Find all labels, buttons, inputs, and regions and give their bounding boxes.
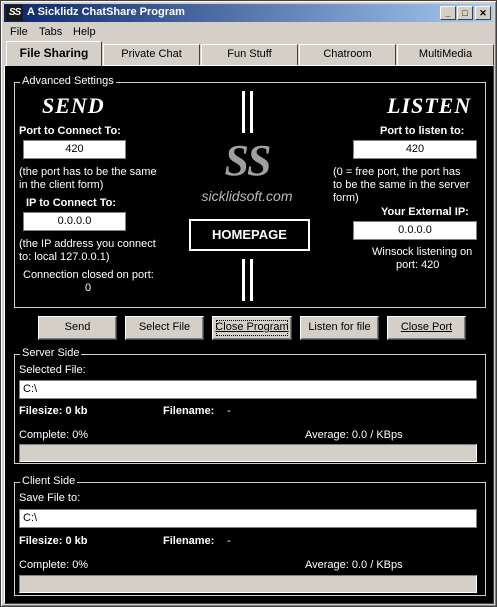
- title-bar[interactable]: SS A Sicklidz ChatShare Program _ □ ✕: [4, 4, 493, 22]
- advanced-settings-label: Advanced Settings: [20, 75, 116, 87]
- connection-status-port: 0: [85, 282, 92, 294]
- tab-chatroom[interactable]: Chatroom: [299, 44, 396, 65]
- listen-port-note-3: form): [333, 192, 359, 204]
- divider-line: [242, 259, 245, 301]
- selected-file-input[interactable]: C:\: [19, 380, 477, 399]
- listen-port-note-1: (0 = free port, the port has: [333, 166, 461, 178]
- client-complete: Complete: 0%: [19, 559, 89, 571]
- winsock-status-port: port: 420: [396, 259, 440, 271]
- send-button[interactable]: Send: [38, 316, 117, 340]
- sicklid-logo-icon: SS: [224, 136, 272, 185]
- select-file-button[interactable]: Select File: [125, 316, 204, 340]
- listen-port-label: Port to listen to:: [380, 125, 465, 137]
- connect-ip-input[interactable]: 0.0.0.0: [23, 212, 126, 231]
- save-file-input[interactable]: C:\: [19, 509, 477, 528]
- server-average: Average: 0.0 / KBps: [305, 429, 403, 441]
- app-window: SS A Sicklidz ChatShare Program _ □ ✕ Fi…: [0, 0, 497, 607]
- divider-line: [250, 259, 253, 301]
- menu-help[interactable]: Help: [73, 26, 96, 38]
- close-button[interactable]: ✕: [475, 6, 491, 20]
- connect-ip-label: IP to Connect To:: [26, 197, 117, 209]
- site-label: sicklidsoft.com: [201, 188, 293, 204]
- tab-private-chat[interactable]: Private Chat: [103, 44, 200, 65]
- menu-file[interactable]: File: [10, 26, 28, 38]
- connection-status: Connection closed on port:: [23, 269, 154, 281]
- client-average: Average: 0.0 / KBps: [305, 559, 403, 571]
- close-port-button[interactable]: Close Port: [387, 316, 466, 340]
- tab-fun-stuff[interactable]: Fun Stuff: [201, 44, 298, 65]
- tab-multimedia[interactable]: MultiMedia: [397, 44, 494, 65]
- client-progress-bar: [19, 575, 477, 593]
- server-side-group: Server Side Selected File: C:\ Filesize:…: [14, 347, 486, 464]
- listen-port-note-2: to be the same in the server: [333, 179, 470, 191]
- window-title: A Sicklidz ChatShare Program: [27, 6, 185, 18]
- divider-line: [242, 91, 245, 133]
- client-filename-value: -: [227, 535, 231, 547]
- divider-line: [250, 91, 253, 133]
- server-complete: Complete: 0%: [19, 429, 89, 441]
- client-side-label: Client Side: [20, 475, 78, 487]
- advanced-settings-group: Advanced Settings SEND Port to Connect T…: [14, 75, 486, 308]
- server-side-label: Server Side: [20, 347, 82, 359]
- client-filename-label: Filename:: [163, 535, 215, 547]
- selected-file-label: Selected File:: [19, 364, 86, 376]
- external-ip-input[interactable]: 0.0.0.0: [353, 221, 477, 240]
- save-file-label: Save File to:: [19, 492, 81, 504]
- listen-port-input[interactable]: 420: [353, 140, 477, 159]
- connect-ip-note-1: (the IP address you connect: [19, 238, 156, 250]
- connect-port-label: Port to Connect To:: [19, 125, 121, 137]
- server-progress-bar: [19, 444, 477, 462]
- send-title: SEND: [42, 93, 105, 118]
- connect-port-input[interactable]: 420: [23, 140, 126, 159]
- file-sharing-page: Advanced Settings SEND Port to Connect T…: [4, 65, 494, 604]
- app-logo-icon: SS: [6, 5, 23, 21]
- close-program-button[interactable]: Close Program: [212, 316, 292, 340]
- server-filename-label: Filename:: [163, 405, 215, 417]
- connect-port-note-2: in the client form): [19, 179, 104, 191]
- homepage-button[interactable]: HOMEPAGE: [189, 219, 310, 251]
- maximize-button[interactable]: □: [457, 6, 473, 20]
- server-filesize: Filesize: 0 kb: [19, 405, 88, 417]
- minimize-button[interactable]: _: [440, 6, 456, 20]
- client-filesize: Filesize: 0 kb: [19, 535, 88, 547]
- external-ip-label: Your External IP:: [381, 206, 469, 218]
- connect-ip-note-2: to: local 127.0.0.1): [19, 251, 110, 263]
- winsock-status: Winsock listening on: [372, 246, 473, 258]
- client-side-group: Client Side Save File to: C:\ Filesize: …: [14, 475, 486, 596]
- server-filename-value: -: [227, 405, 231, 417]
- tab-strip: File Sharing Private Chat Fun Stuff Chat…: [4, 41, 495, 66]
- tab-file-sharing[interactable]: File Sharing: [6, 41, 102, 66]
- connect-port-note-1: (the port has to be the same: [19, 166, 157, 178]
- listen-for-file-button[interactable]: Listen for file: [300, 316, 379, 340]
- menu-tabs[interactable]: Tabs: [39, 26, 62, 38]
- listen-title: LISTEN: [387, 93, 472, 118]
